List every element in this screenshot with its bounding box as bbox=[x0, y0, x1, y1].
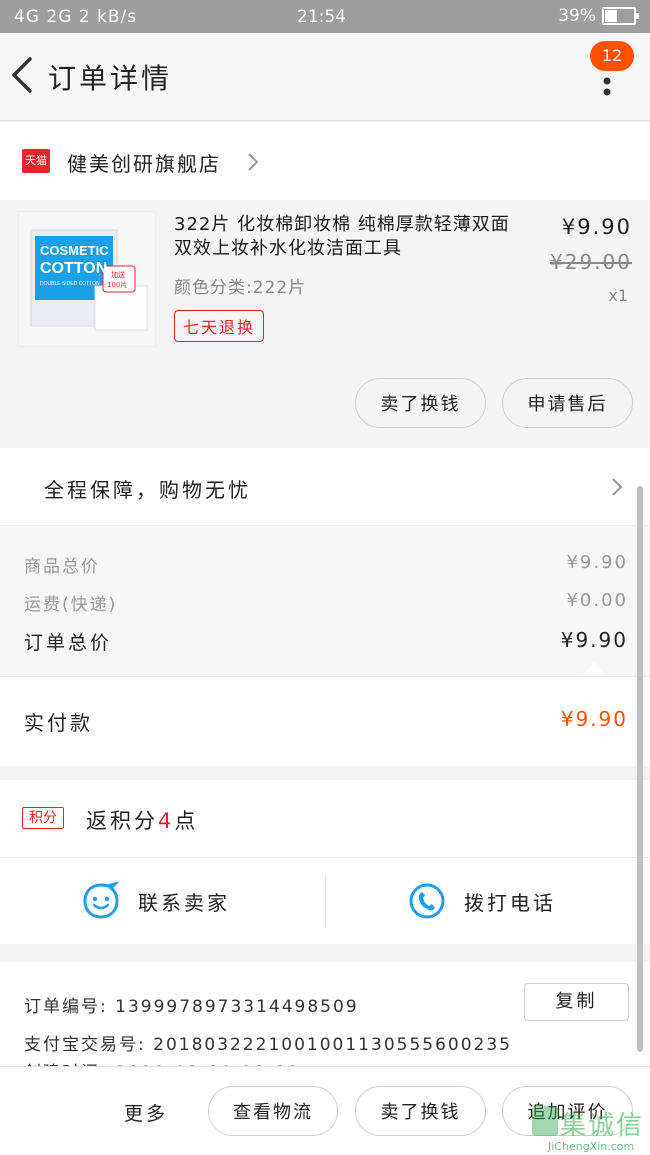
shop-name: 健美创研旗舰店 bbox=[67, 152, 221, 176]
phone-icon bbox=[409, 883, 445, 919]
battery-indicator: 39% bbox=[558, 6, 639, 26]
after-sale-button[interactable]: 申请售后 bbox=[502, 378, 633, 428]
price-summary: 商品总价 ¥9.90 运费(快递) ¥0.00 订单总价 ¥9.90 bbox=[0, 526, 650, 676]
points-suffix: 点 bbox=[174, 809, 199, 833]
shipping-label: 运费(快递) bbox=[24, 595, 118, 615]
product-original-price: ¥29.00 bbox=[550, 250, 632, 274]
guarantee-row[interactable]: 全程保障，购物无忧 bbox=[0, 448, 650, 526]
contact-seller-label: 联系卖家 bbox=[138, 890, 230, 915]
points-text: 返积分4点 bbox=[86, 805, 198, 835]
scrollbar[interactable] bbox=[637, 486, 643, 1052]
view-logistics-button[interactable]: 查看物流 bbox=[208, 1086, 338, 1136]
network-status: 4G 2G 2 kB/s bbox=[14, 7, 138, 27]
thumb-text-1: COSMETIC bbox=[40, 243, 109, 258]
sell-for-cash-bottom-button[interactable]: 卖了换钱 bbox=[355, 1086, 486, 1136]
chevron-right-icon bbox=[248, 153, 259, 171]
battery-icon bbox=[602, 7, 639, 25]
status-time: 21:54 bbox=[297, 7, 346, 27]
order-info: 订单编号: 1399978973314498509 支付宝交易号: 201803… bbox=[0, 962, 650, 1083]
thumb-sticker-bottom: 100片 bbox=[107, 280, 127, 289]
divider bbox=[325, 876, 326, 926]
tmall-icon: 天猫 bbox=[22, 149, 50, 173]
nav-bar: 订单详情 12 bbox=[0, 33, 650, 121]
product-item[interactable]: COSMETIC COTTON DOUBLE SIDED COTTON 加送 1… bbox=[0, 200, 650, 448]
order-total-label: 订单总价 bbox=[24, 632, 113, 654]
copy-button[interactable]: 复制 bbox=[524, 983, 629, 1021]
shop-row[interactable]: 天猫 健美创研旗舰店 bbox=[0, 122, 650, 200]
product-thumbnail[interactable]: COSMETIC COTTON DOUBLE SIDED COTTON 加送 1… bbox=[18, 211, 156, 347]
watermark-url: JiChengXin.com bbox=[548, 1140, 635, 1153]
product-title[interactable]: 322片 化妆棉卸妆棉 纯棉厚款轻薄双面双效上妆补水化妆洁面工具 bbox=[174, 213, 524, 261]
sell-for-cash-button[interactable]: 卖了换钱 bbox=[355, 378, 486, 428]
message-badge[interactable]: 12 bbox=[590, 41, 634, 71]
call-phone-button[interactable]: 拨打电话 bbox=[408, 882, 556, 920]
product-quantity: x1 bbox=[608, 286, 628, 305]
points-value: 4 bbox=[158, 809, 175, 833]
order-number: 订单编号: 1399978973314498509 bbox=[24, 997, 359, 1017]
thumb-text-2: COTTON bbox=[40, 260, 107, 277]
alipay-transaction-number: 支付宝交易号: 2018032221001001130555600235 bbox=[24, 1035, 512, 1055]
return-policy-badge: 七天退换 bbox=[174, 310, 265, 342]
watermark-text: 集诚信 bbox=[560, 1111, 645, 1141]
product-price: ¥9.90 bbox=[561, 215, 632, 239]
points-icon: 积分 bbox=[22, 807, 64, 829]
contact-row: 联系卖家 拨打电话 bbox=[0, 858, 650, 944]
guarantee-text: 全程保障，购物无忧 bbox=[44, 478, 251, 502]
goods-total-label: 商品总价 bbox=[24, 557, 100, 577]
goods-total-value: ¥9.90 bbox=[566, 552, 628, 573]
call-phone-label: 拨打电话 bbox=[464, 890, 556, 915]
contact-seller-button[interactable]: 联系卖家 bbox=[82, 882, 230, 920]
paid-amount-row: 实付款 ¥9.90 bbox=[0, 676, 650, 766]
page-title: 订单详情 bbox=[48, 62, 173, 95]
points-row: 积分 返积分4点 bbox=[0, 780, 650, 858]
thumb-sticker-top: 加送 bbox=[111, 270, 125, 279]
back-arrow-icon[interactable] bbox=[8, 55, 38, 95]
thumb-text-3: DOUBLE SIDED COTTON bbox=[40, 281, 100, 287]
order-total-value: ¥9.90 bbox=[560, 628, 628, 652]
more-button[interactable]: 更多 bbox=[124, 1099, 168, 1126]
status-bar: 4G 2G 2 kB/s 21:54 39% bbox=[0, 0, 650, 33]
points-prefix: 返积分 bbox=[86, 809, 158, 833]
cotton-pads-image: COSMETIC COTTON DOUBLE SIDED COTTON 加送 1… bbox=[19, 212, 155, 346]
paid-label: 实付款 bbox=[24, 711, 93, 735]
shipping-value: ¥0.00 bbox=[566, 590, 628, 611]
battery-percent: 39% bbox=[558, 6, 596, 26]
paid-value: ¥9.90 bbox=[560, 707, 628, 731]
chat-smile-icon bbox=[83, 882, 120, 919]
chevron-right-icon bbox=[612, 478, 623, 496]
product-spec: 颜色分类:222片 bbox=[174, 278, 307, 298]
summary-notch bbox=[582, 662, 606, 676]
